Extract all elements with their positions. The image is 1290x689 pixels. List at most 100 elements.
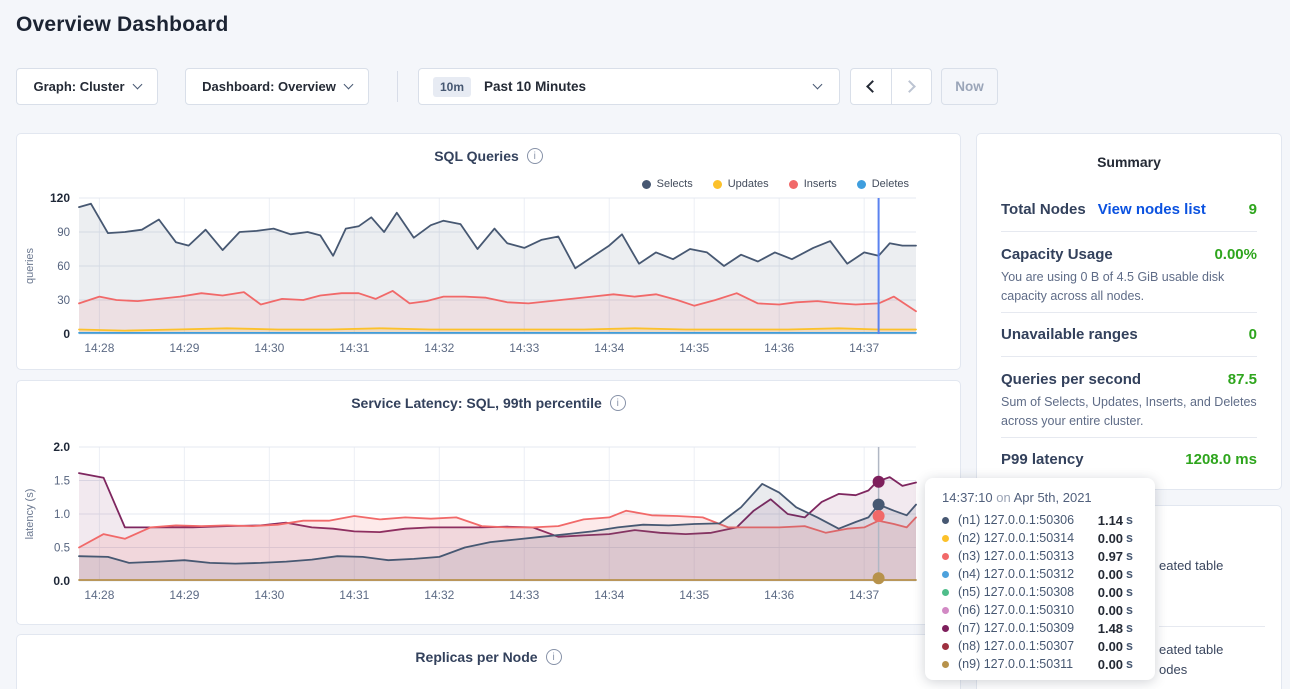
tooltip-row: (n6) 127.0.0.1:503100.00s xyxy=(942,601,1155,619)
time-range-badge: 10m xyxy=(433,77,471,97)
svg-text:14:32: 14:32 xyxy=(424,341,454,355)
graph-dropdown[interactable]: Graph: Cluster xyxy=(16,68,158,105)
unavailable-ranges-label: Unavailable ranges xyxy=(1001,326,1138,343)
tooltip-row: (n2) 127.0.0.1:503140.00s xyxy=(942,529,1155,547)
node-latency-value: 0.00 xyxy=(1098,639,1123,654)
svg-text:1.0: 1.0 xyxy=(54,509,70,521)
info-icon[interactable] xyxy=(610,395,626,411)
legend-dot xyxy=(642,180,651,189)
legend-item-deletes[interactable]: Deletes xyxy=(857,178,909,190)
latency-title: Service Latency: SQL, 99th percentile xyxy=(351,395,602,411)
svg-text:14:31: 14:31 xyxy=(339,341,369,355)
now-button[interactable]: Now xyxy=(941,68,998,105)
node-latency-unit: s xyxy=(1126,531,1133,545)
tooltip-row: (n7) 127.0.0.1:503091.48s xyxy=(942,619,1155,637)
node-latency-value: 0.00 xyxy=(1098,585,1123,600)
event-text-fragment: odes xyxy=(1159,662,1187,677)
tooltip-row: (n3) 127.0.0.1:503130.97s xyxy=(942,547,1155,565)
legend-dot xyxy=(789,180,798,189)
node-address: (n1) 127.0.0.1:50306 xyxy=(958,513,1074,527)
event-text-fragment: eated table xyxy=(1159,558,1223,573)
chevron-right-icon xyxy=(903,80,916,93)
chevron-down-icon xyxy=(132,80,142,90)
node-color-dot xyxy=(942,661,949,668)
svg-text:14:31: 14:31 xyxy=(339,588,369,602)
time-next-button[interactable] xyxy=(891,69,932,104)
node-latency-value: 0.00 xyxy=(1098,603,1123,618)
node-latency-unit: s xyxy=(1126,657,1133,671)
divider xyxy=(1001,356,1257,357)
capacity-value: 0.00% xyxy=(1214,246,1257,263)
node-latency-unit: s xyxy=(1126,567,1133,581)
node-latency-value: 0.00 xyxy=(1098,567,1123,582)
svg-text:90: 90 xyxy=(57,227,70,239)
legend-item-inserts[interactable]: Inserts xyxy=(789,178,837,190)
node-color-dot xyxy=(942,643,949,650)
time-range-label: Past 10 Minutes xyxy=(484,79,586,94)
sql-queries-chart[interactable]: 030609012014:2814:2914:3014:3114:3214:33… xyxy=(17,191,960,363)
legend-label: Deletes xyxy=(872,178,909,190)
tooltip-row: (n5) 127.0.0.1:50308 0.00s xyxy=(942,583,1155,601)
legend-label: Inserts xyxy=(804,178,837,190)
svg-text:14:37: 14:37 xyxy=(849,588,879,602)
node-address: (n4) 127.0.0.1:50312 xyxy=(958,567,1074,581)
info-icon[interactable] xyxy=(527,148,543,164)
divider xyxy=(1001,312,1257,313)
latency-card: Service Latency: SQL, 99th percentile 0.… xyxy=(16,380,961,625)
node-address: (n6) 127.0.0.1:50310 xyxy=(958,603,1074,617)
divider xyxy=(1159,626,1265,627)
node-latency-value: 1.14 xyxy=(1098,513,1123,528)
svg-text:14:30: 14:30 xyxy=(254,341,284,355)
page-title: Overview Dashboard xyxy=(16,13,229,37)
tooltip-timestamp: 14:37:10 on Apr 5th, 2021 xyxy=(942,490,1155,505)
node-latency-value: 0.97 xyxy=(1098,549,1123,564)
time-range-dropdown[interactable]: 10m Past 10 Minutes xyxy=(418,68,840,105)
svg-text:0.5: 0.5 xyxy=(54,543,70,555)
svg-text:14:28: 14:28 xyxy=(84,588,114,602)
chevron-down-icon xyxy=(343,80,353,90)
summary-row-p99: P99 latency 1208.0 ms xyxy=(1001,451,1257,468)
qps-description: Sum of Selects, Updates, Inserts, and De… xyxy=(1001,393,1257,432)
view-nodes-list-link[interactable]: View nodes list xyxy=(1098,201,1206,218)
summary-panel: Summary Total Nodes View nodes list 9 Ca… xyxy=(976,133,1282,490)
node-latency-unit: s xyxy=(1126,621,1133,635)
capacity-label: Capacity Usage xyxy=(1001,246,1113,263)
node-color-dot xyxy=(942,589,949,596)
node-address: (n9) 127.0.0.1:50311 xyxy=(958,657,1073,671)
svg-text:14:37: 14:37 xyxy=(849,341,879,355)
latency-chart[interactable]: 0.00.51.01.52.014:2814:2914:3014:3114:32… xyxy=(17,441,960,616)
summary-row-total-nodes: Total Nodes View nodes list 9 xyxy=(1001,201,1257,218)
node-address: (n7) 127.0.0.1:50309 xyxy=(958,621,1074,635)
node-latency-unit: s xyxy=(1126,513,1133,527)
replicas-title: Replicas per Node xyxy=(415,649,537,665)
node-latency-unit: s xyxy=(1126,549,1133,563)
svg-text:14:36: 14:36 xyxy=(764,588,794,602)
time-prev-button[interactable] xyxy=(851,69,891,104)
total-nodes-label: Total Nodes xyxy=(1001,201,1086,218)
svg-text:14:33: 14:33 xyxy=(509,341,539,355)
p99-latency-value: 1208.0 ms xyxy=(1185,451,1257,468)
svg-text:queries: queries xyxy=(24,247,36,284)
tooltip-date: Apr 5th, 2021 xyxy=(1014,490,1092,505)
summary-heading: Summary xyxy=(977,154,1281,170)
svg-text:14:34: 14:34 xyxy=(594,588,624,602)
controls-divider xyxy=(397,71,398,102)
summary-row-capacity: Capacity Usage 0.00% xyxy=(1001,246,1257,263)
node-address: (n8) 127.0.0.1:50307 xyxy=(958,639,1074,653)
p99-latency-label: P99 latency xyxy=(1001,451,1084,468)
node-latency-unit: s xyxy=(1126,585,1133,599)
svg-text:30: 30 xyxy=(57,295,70,307)
svg-text:latency (s): latency (s) xyxy=(24,489,36,540)
info-icon[interactable] xyxy=(546,649,562,665)
unavailable-ranges-value: 0 xyxy=(1249,326,1257,343)
legend-item-updates[interactable]: Updates xyxy=(713,178,769,190)
legend-label: Updates xyxy=(728,178,769,190)
node-latency-value: 0.00 xyxy=(1098,531,1123,546)
tooltip-connector: on xyxy=(996,490,1010,505)
chevron-left-icon xyxy=(866,80,879,93)
summary-row-qps: Queries per second 87.5 xyxy=(1001,371,1257,388)
dashboard-dropdown[interactable]: Dashboard: Overview xyxy=(185,68,369,105)
legend-item-selects[interactable]: Selects xyxy=(642,178,693,190)
node-address: (n5) 127.0.0.1:50308 xyxy=(958,585,1074,599)
summary-row-unavailable: Unavailable ranges 0 xyxy=(1001,326,1257,343)
